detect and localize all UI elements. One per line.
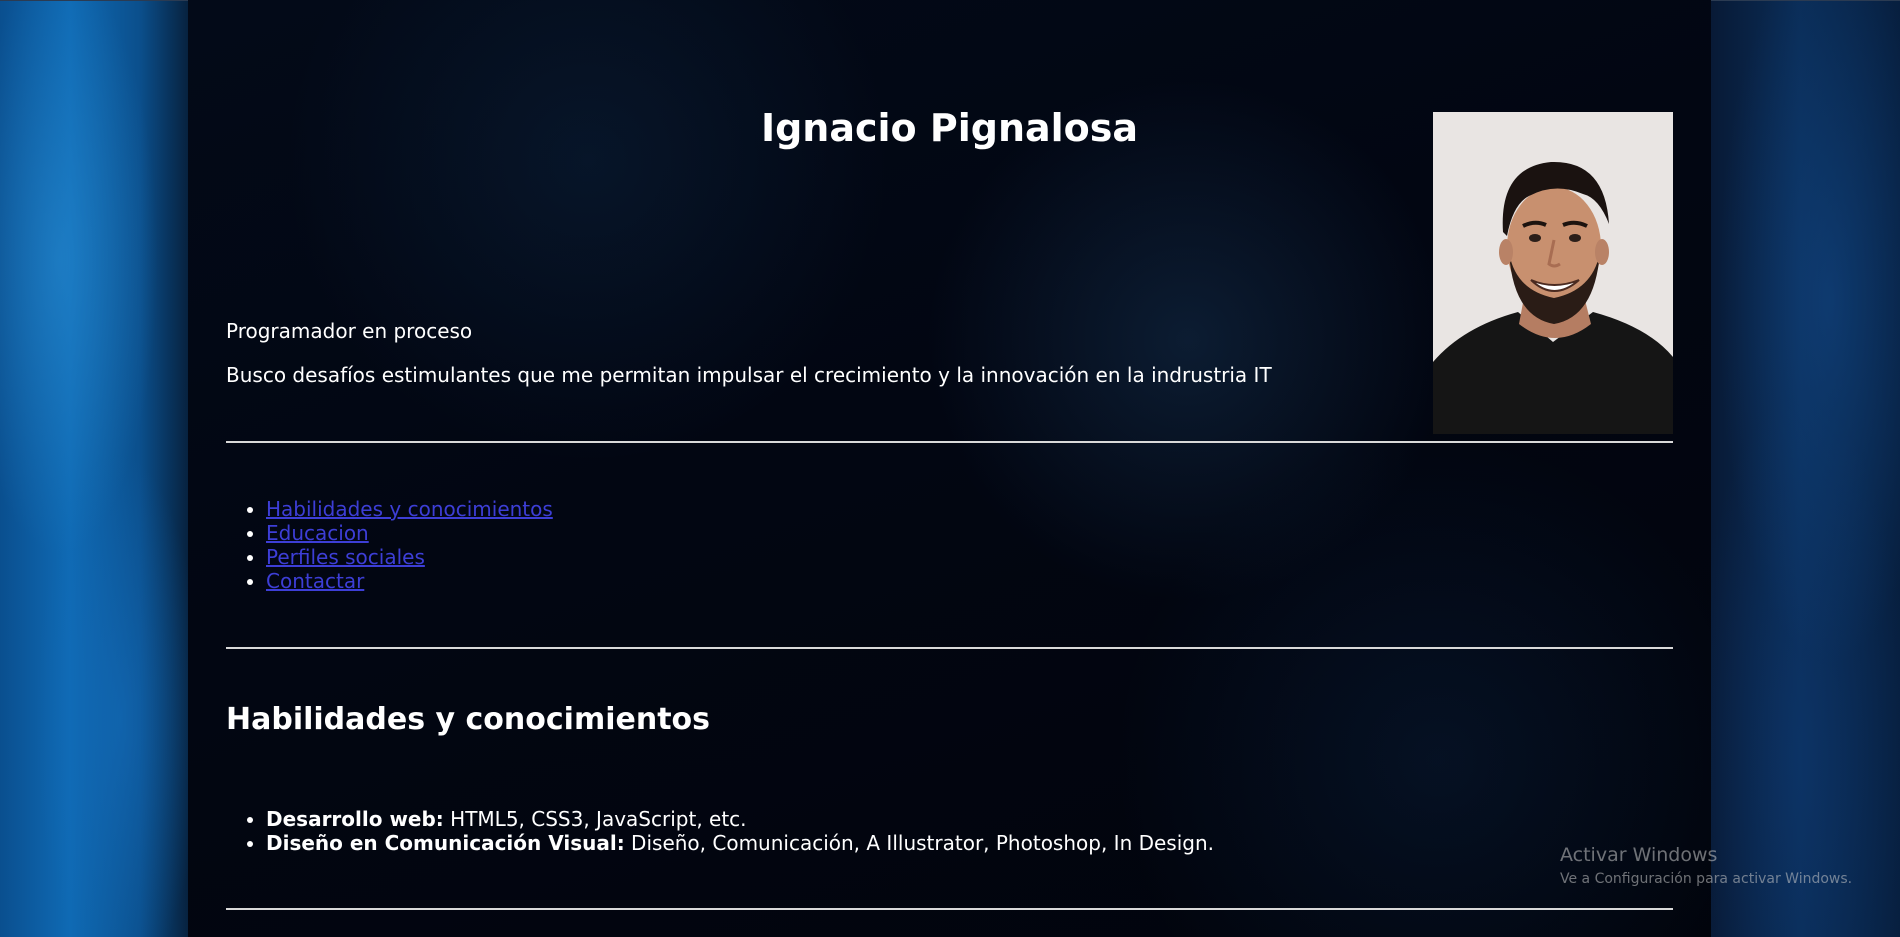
divider: [226, 441, 1673, 443]
profile-photo: [1433, 112, 1673, 434]
section-heading-skills: Habilidades y conocimientos: [226, 702, 710, 737]
nav-link-perfiles-sociales[interactable]: Perfiles sociales: [266, 545, 425, 569]
intro-objective: Busco desafíos estimulantes que me permi…: [226, 363, 1272, 387]
watermark-subtitle: Ve a Configuración para activar Windows.: [1560, 871, 1853, 887]
nav-item: Contactar: [266, 569, 553, 593]
skill-title: Desarrollo web:: [266, 807, 444, 831]
skill-item: Diseño en Comunicación Visual: Diseño, C…: [266, 831, 1214, 855]
windows-activation-watermark: Activar Windows Ve a Configuración para …: [1560, 843, 1852, 889]
skill-title: Diseño en Comunicación Visual:: [266, 831, 625, 855]
divider: [226, 908, 1673, 910]
intro-role: Programador en proceso: [226, 319, 473, 343]
nav-item: Educacion: [266, 521, 553, 545]
skill-detail: Diseño, Comunicación, A Illustrator, Pho…: [624, 831, 1215, 855]
profile-photo-portrait: [1433, 112, 1673, 434]
nav-item: Habilidades y conocimientos: [266, 497, 553, 521]
skill-item: Desarrollo web: HTML5, CSS3, JavaScript,…: [266, 807, 1214, 831]
nav-link-educacion[interactable]: Educacion: [266, 521, 369, 545]
page-container: Ignacio Pignalosa Programador en proceso…: [188, 0, 1711, 937]
nav-item: Perfiles sociales: [266, 545, 553, 569]
watermark-title: Activar Windows: [1560, 844, 1718, 866]
section-nav: Habilidades y conocimientos Educacion Pe…: [226, 497, 553, 593]
skill-detail: HTML5, CSS3, JavaScript, etc.: [443, 807, 747, 831]
skills-list: Desarrollo web: HTML5, CSS3, JavaScript,…: [226, 807, 1214, 855]
nav-link-habilidades[interactable]: Habilidades y conocimientos: [266, 497, 553, 521]
nav-link-contactar[interactable]: Contactar: [266, 569, 364, 593]
divider: [226, 647, 1673, 649]
